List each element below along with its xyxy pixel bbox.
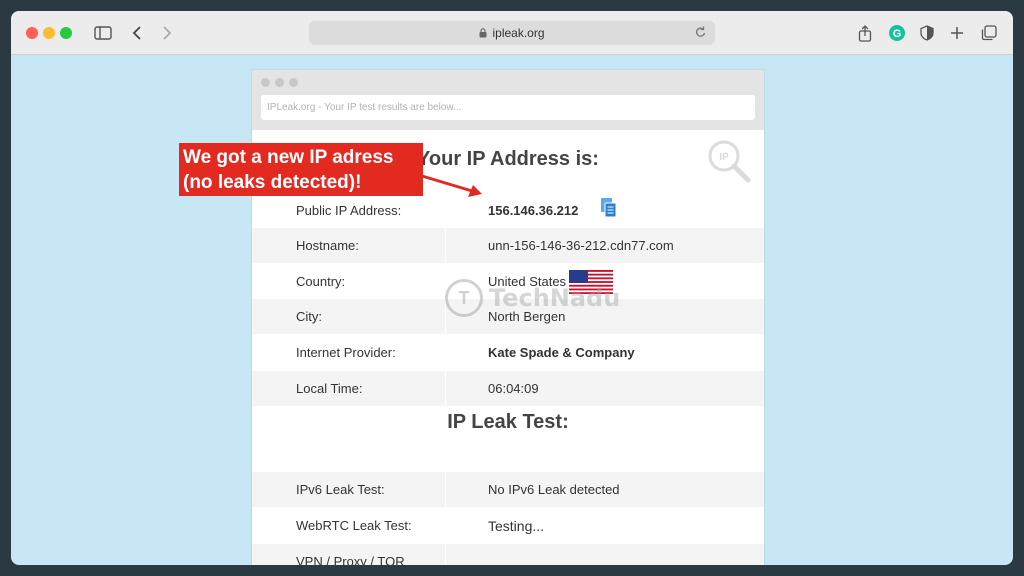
lock-icon xyxy=(479,28,487,38)
info-row-public-ip: Public IP Address: 156.146.36.212 xyxy=(252,193,764,228)
row-value: unn-156-146-36-212.cdn77.com xyxy=(488,238,674,253)
row-value: Testing... xyxy=(488,517,545,534)
row-label: City: xyxy=(296,309,322,324)
row-label: WebRTC Leak Test: xyxy=(296,518,412,533)
ip-leak-test-heading: IP Leak Test: xyxy=(447,411,569,433)
row-label: Public IP Address: xyxy=(296,203,402,218)
address-bar[interactable]: ipleak.org xyxy=(309,21,715,45)
row-label: Internet Provider: xyxy=(296,345,396,360)
url-text: ipleak.org xyxy=(492,26,545,40)
close-window-button[interactable] xyxy=(26,27,38,39)
row-separator xyxy=(445,228,446,263)
row-value: 156.146.36.212 xyxy=(488,203,579,218)
sidebar-icon[interactable] xyxy=(92,21,114,45)
copy-icon[interactable] xyxy=(600,197,618,222)
annotation-arrow-icon xyxy=(420,172,486,203)
leak-row-webrtc: WebRTC Leak Test: Testing... xyxy=(252,508,764,543)
row-value: No IPv6 Leak detected xyxy=(488,482,620,497)
row-label: Hostname: xyxy=(296,238,359,253)
forward-icon[interactable] xyxy=(157,21,177,45)
search-placeholder: IPLeak.org - Your IP test results are be… xyxy=(267,102,462,113)
svg-text:G: G xyxy=(893,28,902,40)
row-label: Local Time: xyxy=(296,381,363,396)
annotation-line-2: (no leaks detected)! xyxy=(183,172,362,193)
row-value: Kate Spade & Company xyxy=(488,345,635,360)
zoom-window-button[interactable] xyxy=(60,27,72,39)
page-header: IPLeak.org - Your IP test results are be… xyxy=(252,70,764,130)
info-row-hostname: Hostname: unn-156-146-36-212.cdn77.com xyxy=(252,228,764,263)
reload-icon[interactable] xyxy=(694,25,707,39)
row-label: VPN / Proxy / TOR xyxy=(296,554,405,565)
row-label: Country: xyxy=(296,274,346,289)
plus-icon[interactable] xyxy=(947,21,967,45)
page-dot xyxy=(261,78,270,87)
page-dot xyxy=(289,78,298,87)
minimize-window-button[interactable] xyxy=(43,27,55,39)
row-separator xyxy=(445,544,446,565)
shield-icon[interactable] xyxy=(917,21,937,45)
browser-window: ipleak.org G IPLeak.org - Your IP test r… xyxy=(11,11,1013,565)
technadu-logo-icon: T xyxy=(445,279,483,317)
annotation-callout: We got a new IP adress (no leaks detecte… xyxy=(179,143,423,196)
row-value: 06:04:09 xyxy=(488,381,539,396)
info-row-provider: Internet Provider: Kate Spade & Company xyxy=(252,335,764,370)
row-separator xyxy=(445,371,446,406)
leak-row-ipv6: IPv6 Leak Test: No IPv6 Leak detected xyxy=(252,472,764,507)
back-icon[interactable] xyxy=(127,21,147,45)
grammarly-icon[interactable]: G xyxy=(887,21,907,45)
row-label: IPv6 Leak Test: xyxy=(296,482,385,497)
page-dot xyxy=(275,78,284,87)
browser-toolbar: ipleak.org G xyxy=(11,11,1013,55)
technadu-watermark: T TechNadu xyxy=(445,279,620,317)
tabs-icon[interactable] xyxy=(978,21,1000,45)
watermark-text: TechNadu xyxy=(489,284,621,312)
leak-row-vpn: VPN / Proxy / TOR xyxy=(252,544,764,565)
page-search-input[interactable]: IPLeak.org - Your IP test results are be… xyxy=(261,95,755,120)
share-icon[interactable] xyxy=(855,21,875,45)
annotation-line-1: We got a new IP adress xyxy=(183,147,394,168)
info-row-local-time: Local Time: 06:04:09 xyxy=(252,371,764,406)
row-separator xyxy=(445,472,446,507)
